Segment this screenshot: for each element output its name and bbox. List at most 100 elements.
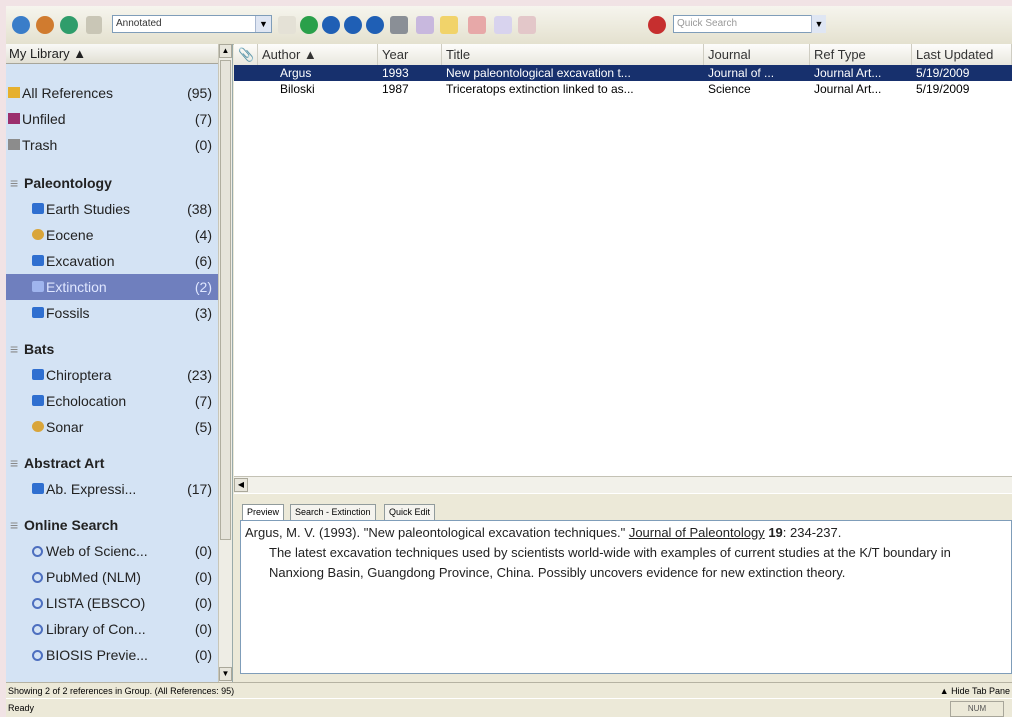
tab-quick-edit[interactable]: Quick Edit bbox=[384, 504, 436, 520]
group-fossils[interactable]: Fossils (3) bbox=[6, 300, 218, 326]
send-icon[interactable] bbox=[518, 16, 536, 34]
pdf-icon[interactable] bbox=[390, 16, 408, 34]
status-text: Showing 2 of 2 references in Group. (All… bbox=[8, 686, 235, 696]
smart-group-icon bbox=[32, 421, 44, 432]
reference-list: 📎 Author ▲ Year Title Journal Ref Type L… bbox=[234, 44, 1012, 494]
group-all-references[interactable]: All References (95) bbox=[6, 80, 218, 106]
preview-panel[interactable]: Argus, M. V. (1993). "New paleontologica… bbox=[240, 520, 1012, 674]
group-set-label: Abstract Art bbox=[24, 455, 105, 471]
cell-author: Biloski bbox=[280, 82, 315, 96]
group-sonar[interactable]: Sonar (5) bbox=[6, 414, 218, 440]
group-count: (23) bbox=[187, 367, 212, 383]
citation-line: Argus, M. V. (1993). "New paleontologica… bbox=[245, 523, 1005, 543]
group-panel-scrollbar[interactable]: ▲ ▼ bbox=[218, 44, 232, 682]
group-unfiled[interactable]: Unfiled (7) bbox=[6, 106, 218, 132]
collapse-toggle-icon[interactable]: ≡ bbox=[10, 512, 18, 538]
column-author[interactable]: Author ▲ bbox=[258, 44, 378, 65]
group-count: (7) bbox=[194, 111, 212, 127]
group-set-bats[interactable]: ≡ Bats bbox=[6, 336, 218, 362]
group-count: (0) bbox=[194, 569, 212, 585]
group-label: Sonar bbox=[46, 419, 84, 435]
smart-group-icon bbox=[32, 229, 44, 240]
insert-citation-icon[interactable] bbox=[416, 16, 434, 34]
find-full-text-icon[interactable] bbox=[322, 16, 340, 34]
quick-search-placeholder: Quick Search bbox=[677, 18, 738, 29]
online-library-of-congress[interactable]: Library of Con... (0) bbox=[6, 616, 218, 642]
online-biosis[interactable]: BIOSIS Previe... (0) bbox=[6, 642, 218, 668]
group-eocene[interactable]: Eocene (4) bbox=[6, 222, 218, 248]
output-style-select[interactable]: Annotated ▼ bbox=[112, 15, 272, 33]
attachment-column-icon[interactable]: 📎 bbox=[234, 44, 258, 65]
scroll-up-icon[interactable]: ▲ bbox=[219, 44, 232, 58]
library-header[interactable]: My Library ▲ bbox=[6, 44, 218, 64]
group-label: LISTA (EBSCO) bbox=[46, 595, 146, 611]
collapse-toggle-icon[interactable]: ≡ bbox=[10, 170, 18, 196]
group-icon[interactable] bbox=[36, 16, 54, 34]
format-bibliography-icon[interactable] bbox=[440, 16, 458, 34]
group-count: (0) bbox=[194, 647, 212, 663]
online-lista[interactable]: LISTA (EBSCO) (0) bbox=[6, 590, 218, 616]
column-journal[interactable]: Journal bbox=[704, 44, 810, 65]
group-excavation[interactable]: Excavation (6) bbox=[6, 248, 218, 274]
group-echolocation[interactable]: Echolocation (7) bbox=[6, 388, 218, 414]
list-horizontal-scrollbar[interactable]: ◀ bbox=[234, 476, 1012, 493]
cell-title: Triceratops extinction linked to as... bbox=[446, 82, 634, 96]
return-to-word-icon[interactable] bbox=[468, 16, 486, 34]
table-row[interactable]: Argus 1993 New paleontological excavatio… bbox=[234, 65, 1012, 81]
group-label: BIOSIS Previe... bbox=[46, 647, 148, 663]
trash-icon bbox=[8, 139, 20, 150]
scroll-left-icon[interactable]: ◀ bbox=[234, 478, 248, 492]
cell-ref-type: Journal Art... bbox=[814, 66, 882, 80]
group-label: Fossils bbox=[46, 305, 90, 321]
group-count: (3) bbox=[194, 305, 212, 321]
citation-volume: 19 bbox=[768, 525, 783, 540]
online-pubmed[interactable]: PubMed (NLM) (0) bbox=[6, 564, 218, 590]
endnote-icon[interactable] bbox=[12, 16, 30, 34]
citation-lead: Argus, M. V. (1993). "New paleontologica… bbox=[245, 525, 629, 540]
folder-icon bbox=[32, 483, 44, 494]
group-count: (38) bbox=[187, 201, 212, 217]
scrollbar-thumb[interactable] bbox=[220, 60, 231, 540]
group-count: (7) bbox=[194, 393, 212, 409]
globe-icon[interactable] bbox=[60, 16, 78, 34]
table-row[interactable]: Biloski 1987 Triceratops extinction link… bbox=[234, 81, 1012, 97]
online-search-icon bbox=[32, 546, 43, 557]
cell-journal: Journal of ... bbox=[708, 66, 775, 80]
group-set-paleontology[interactable]: ≡ Paleontology bbox=[6, 170, 218, 196]
online-search-icon bbox=[32, 572, 43, 583]
column-year[interactable]: Year bbox=[378, 44, 442, 65]
search-dropdown-icon[interactable]: ▼ bbox=[811, 15, 826, 33]
scroll-down-icon[interactable]: ▼ bbox=[219, 667, 232, 681]
group-extinction[interactable]: Extinction (2) bbox=[6, 274, 218, 300]
group-ab-expressionism[interactable]: Ab. Expressi... (17) bbox=[6, 476, 218, 502]
help-icon[interactable] bbox=[648, 16, 666, 34]
group-trash[interactable]: Trash (0) bbox=[6, 132, 218, 158]
collapse-toggle-icon[interactable]: ≡ bbox=[10, 450, 18, 476]
group-label: Trash bbox=[22, 137, 58, 153]
column-ref-type[interactable]: Ref Type bbox=[810, 44, 912, 65]
new-reference-icon[interactable] bbox=[278, 16, 296, 34]
column-last-updated[interactable]: Last Updated bbox=[912, 44, 1012, 65]
group-count: (6) bbox=[194, 253, 212, 269]
column-title[interactable]: Title bbox=[442, 44, 704, 65]
search-remote-icon[interactable] bbox=[300, 16, 318, 34]
chevron-down-icon[interactable]: ▼ bbox=[255, 16, 271, 32]
group-earth-studies[interactable]: Earth Studies (38) bbox=[6, 196, 218, 222]
tab-search-extinction[interactable]: Search - Extinction bbox=[290, 504, 376, 520]
open-url-icon[interactable] bbox=[344, 16, 362, 34]
group-chiroptera[interactable]: Chiroptera (23) bbox=[6, 362, 218, 388]
tab-preview[interactable]: Preview bbox=[242, 504, 285, 520]
group-set-abstract-art[interactable]: ≡ Abstract Art bbox=[6, 450, 218, 476]
hide-tab-pane-button[interactable]: ▲ Hide Tab Pane bbox=[940, 683, 1010, 699]
folder-icon bbox=[32, 203, 44, 214]
quick-search-input[interactable]: Quick Search bbox=[673, 15, 823, 33]
group-label: Echolocation bbox=[46, 393, 127, 409]
online-search-icon[interactable] bbox=[366, 16, 384, 34]
collapse-icon[interactable] bbox=[86, 16, 102, 34]
cell-last-updated: 5/19/2009 bbox=[916, 66, 970, 80]
collapse-toggle-icon[interactable]: ≡ bbox=[10, 336, 18, 362]
bibliography-icon[interactable] bbox=[494, 16, 512, 34]
online-web-of-science[interactable]: Web of Scienc... (0) bbox=[6, 538, 218, 564]
group-set-online-search[interactable]: ≡ Online Search bbox=[6, 512, 218, 538]
group-label: Extinction bbox=[46, 279, 107, 295]
